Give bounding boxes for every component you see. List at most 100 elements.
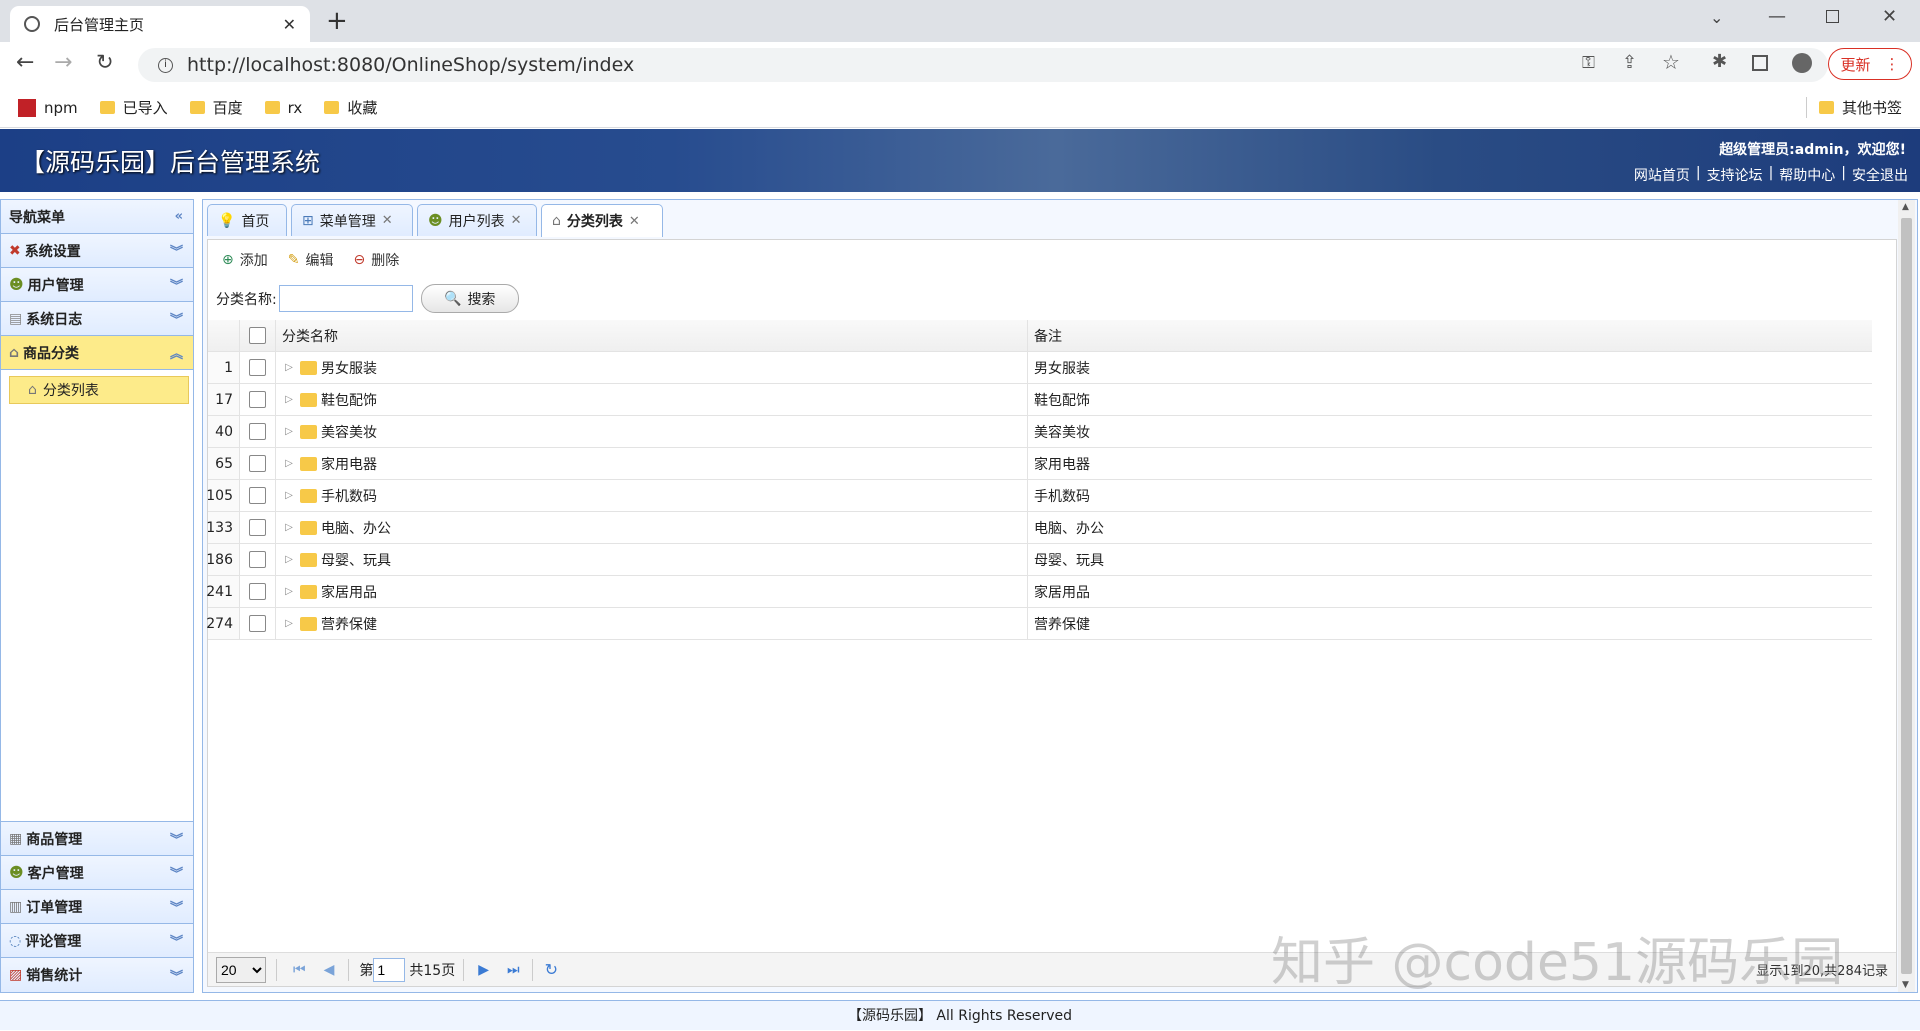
expand-triangle-icon[interactable]: ▷ xyxy=(282,586,296,597)
section-label: 销售统计 xyxy=(26,968,83,984)
column-header-name[interactable]: 分类名称 xyxy=(276,320,1028,351)
page-size-select[interactable]: 20 xyxy=(216,956,266,983)
delete-button[interactable]: ⊖ 删除 xyxy=(353,250,399,270)
vertical-scrollbar[interactable]: ▲ ▼ xyxy=(1898,200,1915,992)
close-icon[interactable]: ✕ xyxy=(511,213,522,228)
close-tab-icon[interactable]: ✕ xyxy=(283,15,296,34)
extensions-icon[interactable]: ✱ xyxy=(1712,51,1727,72)
tab-home[interactable]: 💡 首页 xyxy=(207,204,287,236)
close-icon[interactable]: ✕ xyxy=(629,214,640,229)
sidebar-section-users[interactable]: ☻ 用户管理 ︾ xyxy=(1,268,193,302)
table-row[interactable]: 17 ▷ 鞋包配饰 鞋包配饰 xyxy=(208,384,1872,416)
tab-user-list[interactable]: ☻ 用户列表 ✕ xyxy=(417,204,537,236)
sidebar-section-customers[interactable]: ☻ 客户管理 ︾ xyxy=(1,856,193,890)
table-row[interactable]: 241 ▷ 家居用品 家居用品 xyxy=(206,576,1872,608)
first-page-icon[interactable]: ⏮ xyxy=(293,962,306,978)
row-checkbox[interactable] xyxy=(249,487,266,504)
row-checkbox[interactable] xyxy=(249,359,266,376)
category-note: 母婴、玩具 xyxy=(1034,552,1104,569)
prev-page-icon[interactable]: ◀ xyxy=(324,962,335,978)
expand-triangle-icon[interactable]: ▷ xyxy=(282,522,296,533)
sidebar-section-products[interactable]: ▦ 商品管理 ︾ xyxy=(1,822,193,856)
expand-triangle-icon[interactable]: ▷ xyxy=(282,618,296,629)
page-number-input[interactable] xyxy=(373,957,406,982)
table-row[interactable]: 186 ▷ 母婴、玩具 母婴、玩具 xyxy=(206,544,1872,576)
profile-icon[interactable] xyxy=(1792,53,1812,73)
row-checkbox[interactable] xyxy=(249,615,266,632)
close-icon[interactable]: ✕ xyxy=(382,213,393,228)
close-window-icon[interactable]: ✕ xyxy=(1882,6,1897,27)
table-row[interactable]: 40 ▷ 美容美妆 美容美妆 xyxy=(208,416,1872,448)
expand-triangle-icon[interactable]: ▷ xyxy=(282,394,296,405)
back-icon[interactable]: ← xyxy=(16,50,34,75)
refresh-icon[interactable]: ↻ xyxy=(545,960,558,979)
select-all-checkbox[interactable] xyxy=(249,327,266,344)
expand-triangle-icon[interactable]: ▷ xyxy=(282,554,296,565)
last-page-icon[interactable]: ⏭ xyxy=(507,962,520,978)
link-forum[interactable]: 支持论坛 xyxy=(1707,165,1763,185)
browser-tab[interactable]: 后台管理主页 ✕ xyxy=(10,6,310,42)
tab-menu-management[interactable]: ⊞ 菜单管理 ✕ xyxy=(291,204,413,236)
bookmark-folder[interactable]: 百度 xyxy=(189,97,243,118)
scroll-up-icon[interactable]: ▲ xyxy=(1902,202,1909,212)
tab-category-list[interactable]: ⌂ 分类列表 ✕ xyxy=(541,204,663,237)
reload-icon[interactable]: ↻ xyxy=(96,50,114,74)
bookmark-folder[interactable]: 收藏 xyxy=(324,97,377,118)
bookmark-folder[interactable]: 已导入 xyxy=(99,97,168,118)
edit-button[interactable]: ✎ 编辑 xyxy=(288,250,334,270)
note-cell: 家用电器 xyxy=(1028,448,1872,479)
row-checkbox[interactable] xyxy=(249,423,266,440)
column-header-note[interactable]: 备注 xyxy=(1028,320,1872,351)
row-checkbox[interactable] xyxy=(249,519,266,536)
collapse-sidebar-icon[interactable]: « xyxy=(175,209,183,224)
expand-triangle-icon[interactable]: ▷ xyxy=(282,362,296,373)
sidebar-section-comments[interactable]: ◌ 评论管理 ︾ xyxy=(1,924,193,958)
expand-triangle-icon[interactable]: ▷ xyxy=(282,490,296,501)
chart-icon: ▨ xyxy=(9,967,23,983)
row-checkbox[interactable] xyxy=(249,391,266,408)
sidebar-section-category[interactable]: ⌂ 商品分类 ︽ xyxy=(1,336,193,370)
search-button[interactable]: 🔍 搜索 xyxy=(420,284,519,313)
restore-icon[interactable] xyxy=(1826,10,1839,23)
add-label: 添加 xyxy=(239,253,268,269)
table-row[interactable]: 274 ▷ 营养保健 营养保健 xyxy=(206,608,1872,640)
link-help[interactable]: 帮助中心 xyxy=(1779,165,1835,185)
star-icon[interactable]: ☆ xyxy=(1662,50,1680,74)
sidebar-section-sales[interactable]: ▨ 销售统计 ︾ xyxy=(1,958,193,992)
link-logout[interactable]: 安全退出 xyxy=(1852,165,1908,185)
row-select-cell xyxy=(240,512,276,543)
name-cell: ▷ 男女服装 xyxy=(276,352,1028,383)
share-icon[interactable]: ⇪ xyxy=(1622,52,1637,73)
table-row[interactable]: 65 ▷ 家用电器 家用电器 xyxy=(208,448,1872,480)
row-checkbox[interactable] xyxy=(249,455,266,472)
minimize-icon[interactable]: — xyxy=(1768,6,1786,27)
next-page-icon[interactable]: ▶ xyxy=(478,962,489,978)
scroll-thumb[interactable] xyxy=(1901,218,1912,974)
sidebar-section-system[interactable]: ✖ 系统设置 ︾ xyxy=(1,234,193,268)
row-select-cell xyxy=(240,448,276,479)
table-row[interactable]: 133 ▷ 电脑、办公 电脑、办公 xyxy=(206,512,1872,544)
sidepanel-icon[interactable] xyxy=(1752,55,1768,71)
add-button[interactable]: ⊕ 添加 xyxy=(222,250,268,270)
bookmark-folder[interactable]: rx xyxy=(264,99,302,117)
table-row[interactable]: 105 ▷ 手机数码 手机数码 xyxy=(206,480,1872,512)
tab-search-icon[interactable]: ⌄ xyxy=(1710,8,1723,27)
sidebar-item-category-list[interactable]: ⌂ 分类列表 xyxy=(9,376,189,404)
bookmark-npm[interactable]: npm xyxy=(18,98,78,117)
row-checkbox[interactable] xyxy=(249,583,266,600)
link-site-home[interactable]: 网站首页 xyxy=(1634,165,1690,185)
table-row[interactable]: 1 ▷ 男女服装 男女服装 xyxy=(208,352,1872,384)
sidebar-section-logs[interactable]: ▤ 系统日志 ︾ xyxy=(1,302,193,336)
category-name-input[interactable] xyxy=(278,285,413,312)
new-tab-icon[interactable]: + xyxy=(326,6,348,36)
row-checkbox[interactable] xyxy=(249,551,266,568)
sidebar-section-orders[interactable]: ▥ 订单管理 ︾ xyxy=(1,890,193,924)
url-field[interactable]: i http://localhost:8080/OnlineShop/syste… xyxy=(138,48,1828,82)
update-button[interactable]: 更新 ⋮ xyxy=(1828,48,1912,80)
other-bookmarks[interactable]: 其他书签 xyxy=(1805,97,1902,118)
expand-triangle-icon[interactable]: ▷ xyxy=(282,426,296,437)
expand-triangle-icon[interactable]: ▷ xyxy=(282,458,296,469)
key-icon[interactable]: ⚿ xyxy=(1582,53,1595,73)
forward-icon[interactable]: → xyxy=(54,50,72,75)
scroll-down-icon[interactable]: ▼ xyxy=(1902,980,1909,990)
